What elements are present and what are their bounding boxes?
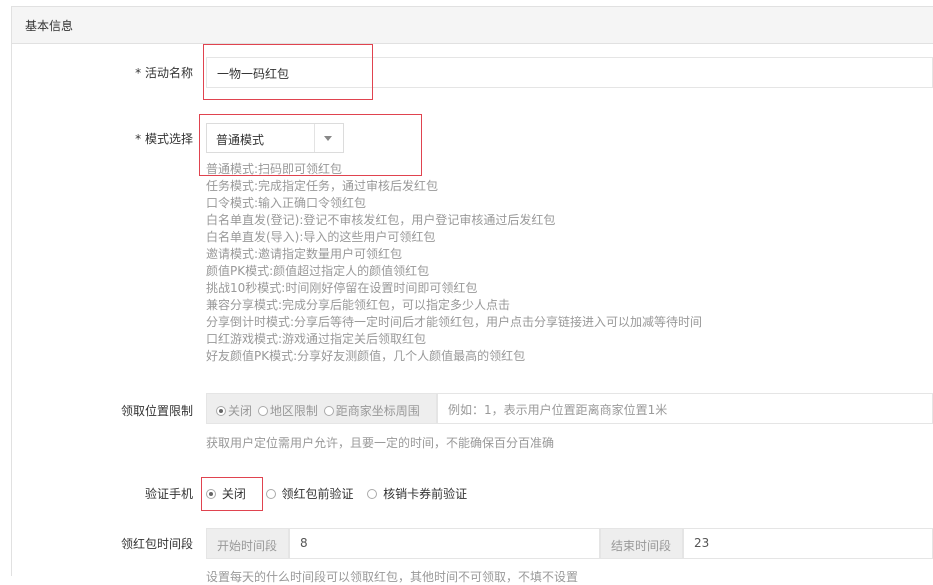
mode-description: 任务模式:完成指定任务，通过审核后发红包: [206, 179, 439, 193]
location-distance-input[interactable]: 例如：1，表示用户位置距离商家位置1米: [437, 393, 933, 424]
verify-option-off[interactable]: 关闭: [206, 487, 246, 501]
mode-select-dropdown[interactable]: 普通模式: [206, 123, 344, 153]
time-period-label: 领红包时间段: [120, 537, 193, 551]
mode-description: 白名单直发(导入):导入的这些用户可领红包: [206, 230, 436, 244]
radio-icon[interactable]: [367, 489, 378, 499]
verify-option-before-redpacket[interactable]: 领红包前验证: [265, 487, 354, 501]
panel-title: 基本信息: [25, 19, 74, 33]
mode-description: 分享倒计时模式:分享后等待一定时间后才能领红包，用户点击分享链接进入可以加减等待…: [206, 315, 703, 329]
end-time-value: 23: [694, 536, 710, 550]
mode-select-label: * 模式选择: [135, 132, 193, 146]
radio-icon[interactable]: [323, 406, 334, 416]
activity-name-label: * 活动名称: [135, 66, 193, 80]
radio-icon[interactable]: [257, 406, 268, 416]
location-distance-placeholder: 例如：1，表示用户位置距离商家位置1米: [448, 403, 668, 417]
mode-description: 兼容分享模式:完成分享后能领红包，可以指定多少人点击: [206, 298, 511, 312]
mode-description: 普通模式:扫码即可领红包: [206, 162, 343, 176]
location-option-off[interactable]: 关闭: [216, 404, 252, 418]
location-limit-hint: 获取用户定位需用户允许，且要一定的时间，不能确保百分百准确: [206, 436, 555, 450]
activity-name-input[interactable]: 一物一码红包: [206, 57, 933, 88]
mode-description: 挑战10秒模式:时间刚好停留在设置时间即可领红包: [206, 281, 478, 295]
mode-select-value: 普通模式: [216, 133, 265, 147]
mode-description: 口令模式:输入正确口令领红包: [206, 196, 367, 210]
required-mark: *: [135, 132, 142, 146]
start-time-addon: 开始时间段: [206, 528, 289, 559]
location-option-region[interactable]: 地区限制: [257, 404, 318, 418]
panel-header: 基本信息: [12, 7, 933, 44]
location-limit-radio-group: 关闭 地区限制 距商家坐标周围: [206, 393, 437, 424]
required-mark: *: [135, 66, 142, 80]
mode-description: 口红游戏模式:游戏通过指定关后领取红包: [206, 332, 427, 346]
radio-checked-icon[interactable]: [206, 489, 216, 499]
radio-checked-icon[interactable]: [216, 406, 226, 416]
select-divider: [314, 124, 315, 152]
start-time-label: 开始时间段: [217, 539, 278, 553]
activity-name-value: 一物一码红包: [217, 67, 290, 81]
start-time-value: 8: [300, 536, 308, 550]
location-option-distance[interactable]: 距商家坐标周围: [323, 404, 420, 418]
mode-description: 邀请模式:邀请指定数量用户可领红包: [206, 247, 403, 261]
mode-description: 颜值PK模式:颜值超过指定人的颜值领红包: [206, 264, 430, 278]
end-time-label: 结束时间段: [611, 539, 672, 553]
caret-down-icon[interactable]: [324, 136, 332, 141]
radio-icon[interactable]: [265, 489, 276, 499]
mode-description: 白名单直发(登记):登记不审核发红包，用户登记审核通过后发红包: [206, 213, 556, 227]
verify-phone-label: 验证手机: [144, 487, 193, 501]
time-period-hint: 设置每天的什么时间段可以领取红包，其他时间不可领取，不填不设置: [206, 570, 579, 584]
start-time-input[interactable]: 8: [289, 528, 600, 559]
verify-option-before-coupon[interactable]: 核销卡券前验证: [367, 487, 467, 501]
end-time-input[interactable]: 23: [683, 528, 933, 559]
end-time-addon: 结束时间段: [600, 528, 683, 559]
verify-phone-radio-group: 关闭 领红包前验证 核销卡券前验证: [206, 485, 467, 502]
mode-description-list: 普通模式:扫码即可领红包 任务模式:完成指定任务，通过审核后发红包 口令模式:输…: [206, 161, 766, 365]
mode-description: 好友颜值PK模式:分享好友测颜值，几个人颜值最高的领红包: [206, 349, 526, 363]
location-limit-label: 领取位置限制: [120, 404, 193, 418]
